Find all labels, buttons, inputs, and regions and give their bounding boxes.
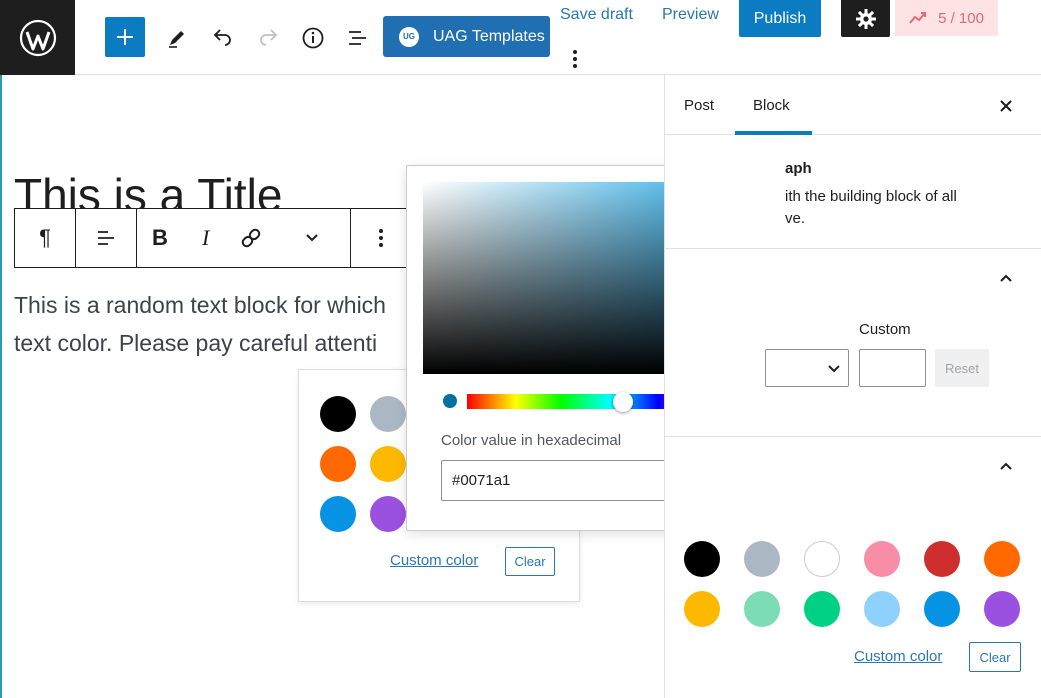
color-swatch[interactable] bbox=[984, 591, 1020, 627]
paragraph-line: text color. Please pay careful attenti bbox=[14, 330, 378, 356]
reset-button[interactable]: Reset bbox=[935, 349, 989, 387]
custom-size-input[interactable] bbox=[859, 349, 926, 387]
custom-size-label: Custom bbox=[859, 321, 911, 338]
color-swatch[interactable] bbox=[864, 541, 900, 577]
canvas-edge bbox=[0, 75, 2, 698]
clear-color-button[interactable]: Clear bbox=[969, 642, 1021, 672]
wordpress-logo-svg bbox=[19, 19, 56, 56]
paragraph-line: This is a random text block for which bbox=[14, 292, 386, 318]
color-swatch[interactable] bbox=[370, 396, 406, 432]
uag-templates-button[interactable]: UG UAG Templates bbox=[383, 16, 550, 57]
typography-panel-toggle[interactable] bbox=[995, 267, 1017, 289]
settings-sidebar: Post Block aph ith the building block of… bbox=[664, 75, 1041, 698]
preview-button[interactable]: Preview bbox=[662, 6, 719, 24]
custom-color-button[interactable]: Custom color bbox=[390, 552, 478, 569]
color-panel-toggle[interactable] bbox=[995, 455, 1017, 477]
editor-header: UG UAG Templates Save draft Preview Publ… bbox=[0, 0, 1041, 75]
paragraph-icon[interactable]: ¶ bbox=[15, 209, 75, 267]
sidebar-tabs: Post Block bbox=[665, 75, 1041, 135]
hue-slider-handle[interactable] bbox=[613, 392, 633, 412]
block-toolbar: ¶ B I bbox=[14, 208, 414, 268]
link-button[interactable] bbox=[229, 209, 275, 267]
info-icon[interactable] bbox=[295, 20, 331, 56]
color-swatch[interactable] bbox=[984, 541, 1020, 577]
chevron-down-icon bbox=[306, 234, 318, 242]
panel-divider bbox=[665, 436, 1041, 437]
score-icon bbox=[909, 12, 927, 24]
color-swatch[interactable] bbox=[320, 446, 356, 482]
bold-button[interactable]: B bbox=[137, 209, 183, 267]
alignment-group bbox=[76, 209, 137, 267]
add-block-button[interactable] bbox=[105, 17, 145, 57]
active-tab-indicator bbox=[735, 131, 812, 135]
color-swatch[interactable] bbox=[804, 541, 840, 577]
color-swatch[interactable] bbox=[320, 496, 356, 532]
more-formats-button[interactable] bbox=[274, 209, 350, 267]
wordpress-logo-icon[interactable] bbox=[0, 0, 75, 75]
block-options-button[interactable] bbox=[351, 209, 411, 267]
redo-icon[interactable] bbox=[250, 20, 286, 56]
color-swatch[interactable] bbox=[684, 591, 720, 627]
block-card-title: aph bbox=[785, 160, 812, 177]
hex-input-label: Color value in hexadecimal bbox=[441, 432, 622, 449]
settings-button[interactable] bbox=[841, 0, 890, 37]
color-swatch[interactable] bbox=[320, 396, 356, 432]
color-swatch[interactable] bbox=[684, 541, 720, 577]
tab-post[interactable]: Post bbox=[684, 97, 714, 114]
italic-button[interactable]: I bbox=[183, 209, 229, 267]
list-view-icon[interactable] bbox=[340, 20, 376, 56]
undo-icon[interactable] bbox=[205, 20, 241, 56]
seo-score-value: 5 / 100 bbox=[938, 9, 984, 27]
panel-divider bbox=[665, 248, 1041, 249]
block-type-group: ¶ bbox=[15, 209, 76, 267]
clear-color-button[interactable]: Clear bbox=[505, 547, 555, 576]
gear-icon bbox=[855, 8, 876, 29]
plus-icon bbox=[117, 29, 133, 45]
publish-button[interactable]: Publish bbox=[739, 0, 821, 37]
save-draft-button[interactable]: Save draft bbox=[560, 6, 633, 24]
uag-logo-icon: UG bbox=[399, 26, 419, 47]
color-swatch[interactable] bbox=[864, 591, 900, 627]
chevron-down-icon bbox=[828, 365, 840, 373]
color-swatch[interactable] bbox=[924, 591, 960, 627]
uag-templates-label: UAG Templates bbox=[433, 27, 545, 45]
align-button[interactable] bbox=[76, 209, 136, 267]
align-icon bbox=[98, 231, 114, 245]
pencil-icon[interactable] bbox=[159, 20, 195, 56]
current-color-indicator bbox=[443, 394, 457, 408]
close-sidebar-button[interactable] bbox=[995, 95, 1017, 117]
color-swatch[interactable] bbox=[744, 541, 780, 577]
format-group: B I bbox=[137, 209, 351, 267]
more-vertical-icon bbox=[379, 229, 383, 247]
options-menu-button[interactable] bbox=[564, 45, 586, 73]
color-swatch[interactable] bbox=[804, 591, 840, 627]
custom-color-button[interactable]: Custom color bbox=[854, 648, 942, 665]
font-size-select-chevron bbox=[825, 360, 843, 378]
seo-score-badge[interactable]: 5 / 100 bbox=[895, 0, 998, 36]
tab-block[interactable]: Block bbox=[753, 97, 790, 114]
color-swatch[interactable] bbox=[370, 496, 406, 532]
color-swatch[interactable] bbox=[744, 591, 780, 627]
chevron-up-icon bbox=[1000, 462, 1012, 470]
color-swatch[interactable] bbox=[924, 541, 960, 577]
close-icon bbox=[1000, 100, 1012, 112]
color-swatch[interactable] bbox=[370, 446, 406, 482]
more-vertical-icon bbox=[573, 50, 577, 68]
paragraph-block[interactable]: This is a random text block for which te… bbox=[14, 286, 414, 362]
block-card-description: ith the building block of all ve. bbox=[785, 188, 957, 227]
chevron-up-icon bbox=[1000, 274, 1012, 282]
link-icon bbox=[242, 228, 261, 248]
